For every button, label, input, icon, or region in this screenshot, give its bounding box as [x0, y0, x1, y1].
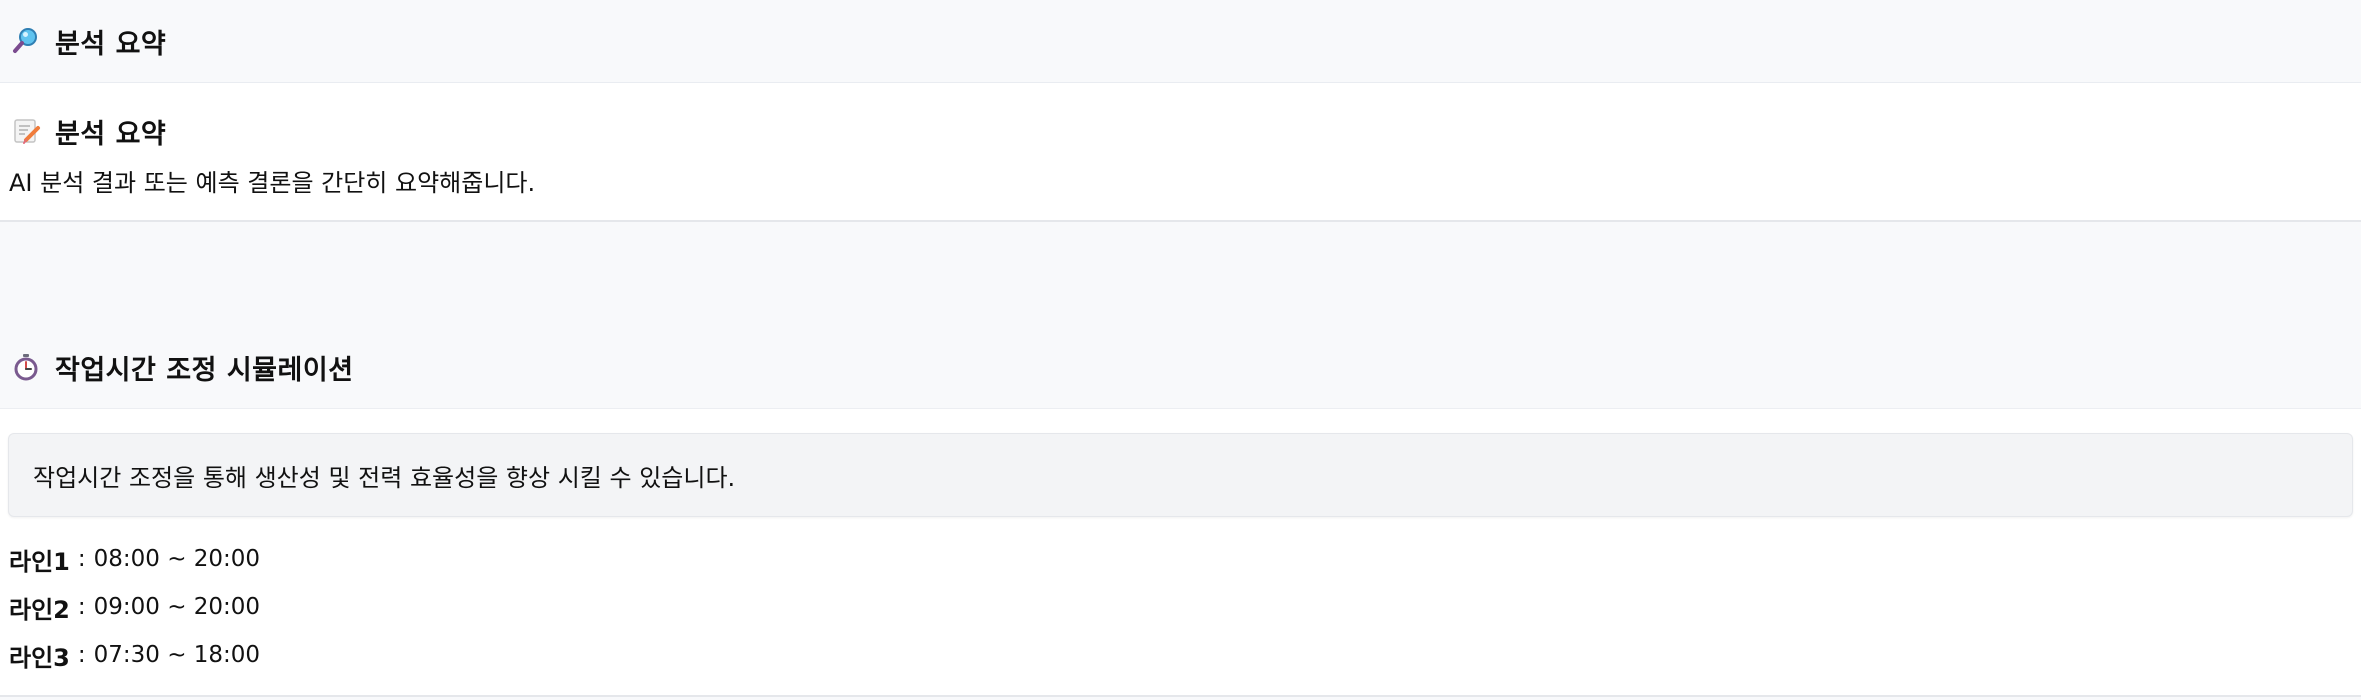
summary-card: 분석 요약 AI 분석 결과 또는 예측 결론을 간단히 요약해줍니다. [0, 82, 2361, 222]
magnifier-icon [9, 24, 43, 58]
line-name: 라인1 [9, 547, 70, 576]
list-item: 라인3 : 07:30 ~ 18:00 [9, 631, 2353, 679]
line-separator: : [77, 546, 86, 572]
line-time: 09:00 ~ 20:00 [93, 594, 261, 620]
line-name: 라인2 [9, 595, 70, 624]
analysis-summary-header: 분석 요약 [0, 0, 2361, 82]
stopwatch-icon [9, 350, 43, 384]
line-separator: : [77, 642, 86, 668]
summary-description: AI 분석 결과 또는 예측 결론을 간단히 요약해줍니다. [9, 169, 536, 197]
line-name: 라인3 [9, 643, 70, 672]
worktime-simulation-header: 작업시간 조정 시뮬레이션 [0, 326, 2361, 408]
line-time: 07:30 ~ 18:00 [93, 642, 261, 668]
list-item: 라인1 : 08:00 ~ 20:00 [9, 535, 2353, 583]
info-text: 작업시간 조정을 통해 생산성 및 전력 효율성을 향상 시킬 수 있습니다. [33, 463, 736, 492]
memo-icon [9, 114, 43, 148]
line-separator: : [77, 594, 86, 620]
list-item: 라인2 : 09:00 ~ 20:00 [9, 583, 2353, 631]
info-box: 작업시간 조정을 통해 생산성 및 전력 효율성을 향상 시킬 수 있습니다. [8, 433, 2353, 517]
worktime-card: 작업시간 조정을 통해 생산성 및 전력 효율성을 향상 시킬 수 있습니다. … [0, 408, 2361, 697]
summary-card-title: 분석 요약 [55, 118, 167, 150]
page-title: 분석 요약 [55, 28, 167, 60]
line-time: 08:00 ~ 20:00 [93, 546, 261, 572]
section-title: 작업시간 조정 시뮬레이션 [55, 354, 354, 386]
line-list: 라인1 : 08:00 ~ 20:00 라인2 : 09:00 ~ 20:00 … [8, 535, 2353, 679]
